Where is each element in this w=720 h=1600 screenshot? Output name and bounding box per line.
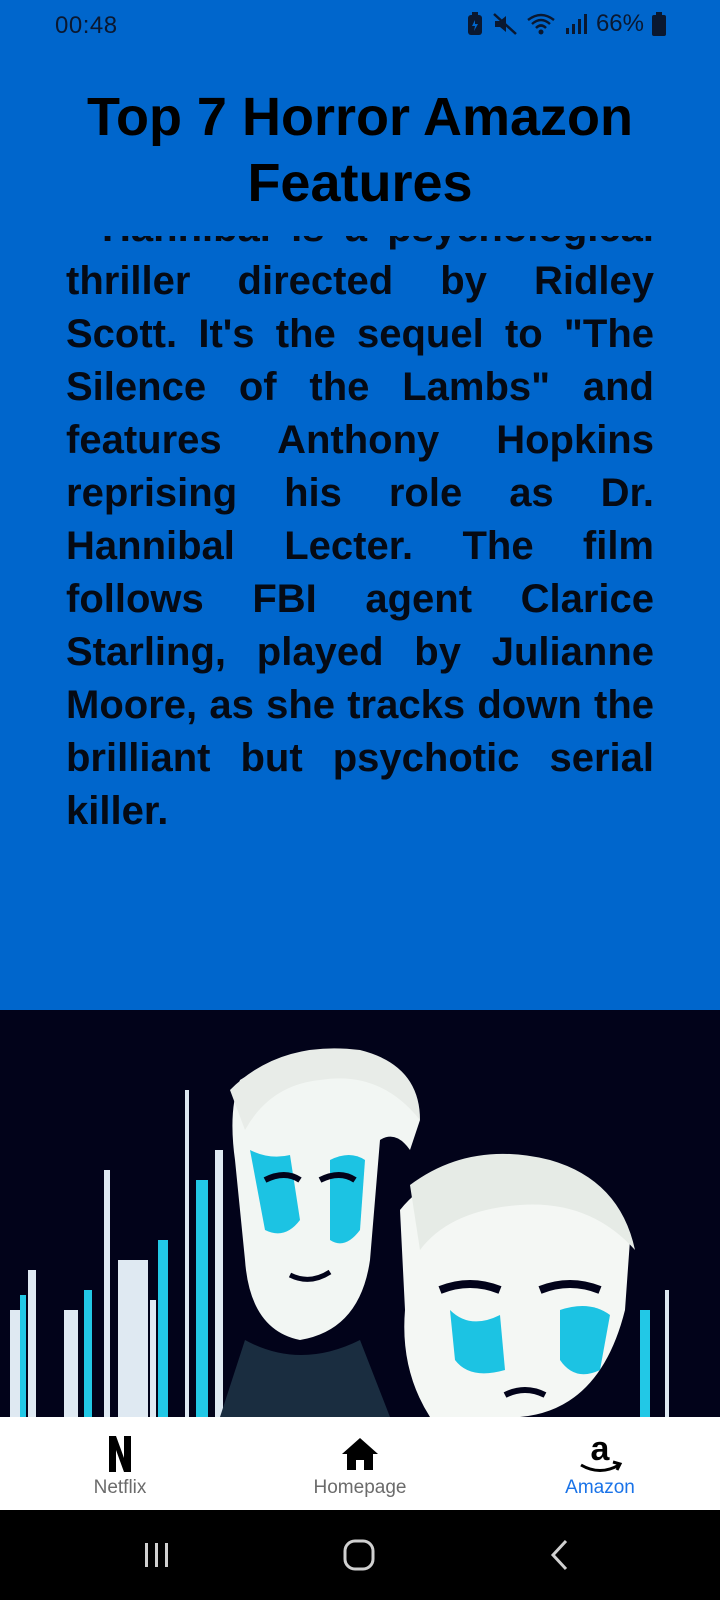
netflix-icon — [95, 1431, 145, 1477]
nav-label-amazon: Amazon — [565, 1477, 635, 1498]
home-system-button[interactable] — [299, 1510, 419, 1600]
recent-apps-icon — [145, 1543, 168, 1567]
system-navigation-bar — [0, 1510, 720, 1600]
bottom-navigation: Netflix Homepage a Amazon — [0, 1417, 720, 1510]
movie-description: Hannibal is a psychological thriller dir… — [66, 236, 654, 833]
mute-icon — [492, 12, 518, 36]
nav-item-netflix[interactable]: Netflix — [0, 1417, 240, 1510]
amazon-icon: a — [575, 1431, 625, 1477]
nav-label-netflix: Netflix — [93, 1477, 147, 1498]
status-bar: 00:48 66% — [0, 0, 720, 52]
page-title: Top 7 Horror Amazon Features — [86, 87, 633, 213]
battery-text: 66% — [595, 10, 644, 37]
movie-poster-image — [0, 1010, 720, 1417]
signal-icon — [564, 12, 588, 36]
status-time: 00:48 — [55, 12, 118, 39]
nav-item-homepage[interactable]: Homepage — [240, 1417, 480, 1510]
recent-apps-button[interactable] — [97, 1510, 217, 1600]
svg-text:a: a — [591, 1432, 611, 1468]
back-chevron-icon — [550, 1539, 568, 1571]
back-system-button[interactable] — [500, 1510, 620, 1600]
home-icon — [335, 1431, 385, 1477]
nav-label-homepage: Homepage — [313, 1477, 407, 1498]
battery-saver-icon — [466, 12, 484, 36]
home-circle-icon — [343, 1539, 375, 1571]
description-scroll-area[interactable]: Hannibal is a psychological thriller dir… — [66, 236, 654, 856]
wifi-icon — [526, 12, 556, 36]
status-icons: 66% — [466, 10, 666, 38]
nav-item-amazon[interactable]: a Amazon — [480, 1417, 720, 1510]
battery-icon — [652, 12, 666, 36]
